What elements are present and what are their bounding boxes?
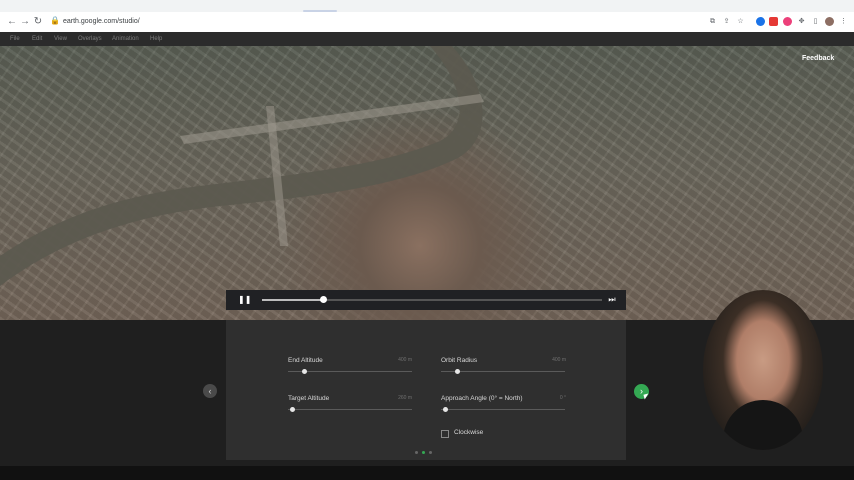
url-text: earth.google.com/studio/ (63, 18, 140, 25)
menu-file[interactable]: File (10, 34, 20, 44)
timeline-progress (262, 299, 324, 301)
menu-overlays[interactable]: Overlays (78, 34, 102, 44)
target-altitude-slider[interactable] (288, 407, 412, 412)
map-viewport[interactable]: Feedback ❚❚ ⏭ (0, 46, 854, 320)
screenshot-icon[interactable]: ⧉ (708, 17, 717, 26)
approach-angle-knob[interactable] (442, 407, 448, 412)
clockwise-checkbox[interactable] (441, 430, 449, 438)
app-menubar: File Edit View Overlays Animation Help (0, 32, 854, 46)
menu-kebab-icon[interactable]: ⋮ (839, 17, 848, 26)
tab-strip (0, 0, 854, 12)
lock-icon: 🔒 (50, 16, 60, 25)
menu-animation[interactable]: Animation (112, 34, 139, 44)
previous-step-button[interactable]: ‹ (203, 384, 217, 398)
address-bar[interactable]: 🔒 earth.google.com/studio/ (46, 15, 736, 29)
back-button[interactable]: ← (7, 16, 17, 28)
target-altitude-knob[interactable] (289, 407, 295, 412)
page-dot[interactable] (422, 451, 425, 454)
end-altitude-slider[interactable] (288, 369, 412, 374)
pause-icon[interactable]: ❚❚ (238, 295, 251, 305)
animation-player: ❚❚ ⏭ (226, 290, 626, 310)
bottom-bar (0, 466, 854, 480)
target-altitude-value: 260 m (398, 395, 412, 401)
approach-angle-label: Approach Angle (0° = North) (441, 395, 523, 402)
feedback-button[interactable]: Feedback (802, 54, 834, 64)
timeline-track[interactable] (262, 296, 602, 303)
browser-chrome: ← → ↻ 🔒 earth.google.com/studio/ ⧉ ⇪ ☆ ✥… (0, 0, 854, 33)
orbit-radius-slider[interactable] (441, 369, 565, 374)
forward-button[interactable]: → (20, 16, 30, 28)
extension-icon-blue[interactable] (756, 17, 765, 26)
sidepanel-icon[interactable]: ▯ (811, 17, 820, 26)
approach-angle-slider[interactable] (441, 407, 565, 412)
avatar[interactable] (825, 17, 834, 26)
river (0, 46, 484, 286)
webcam-overlay (703, 290, 823, 450)
reload-button[interactable]: ↻ (33, 16, 43, 28)
skip-to-end-icon[interactable]: ⏭ (606, 295, 618, 305)
orbit-radius-label: Orbit Radius (441, 357, 478, 364)
presenter-shirt (723, 400, 803, 450)
active-tab-indicator[interactable] (303, 10, 337, 12)
puzzle-icon[interactable]: ✥ (797, 17, 806, 26)
menu-help[interactable]: Help (150, 34, 162, 44)
page-dot[interactable] (415, 451, 418, 454)
orbit-radius-knob[interactable] (455, 369, 461, 374)
timeline-scrubber[interactable] (320, 296, 328, 303)
orbit-radius-value: 400 m (552, 357, 566, 363)
page-dot[interactable] (429, 451, 432, 454)
extension-icon-pink[interactable] (783, 17, 792, 26)
target-altitude-label: Target Altitude (288, 395, 330, 402)
share-icon[interactable]: ⇪ (722, 17, 731, 26)
mouse-cursor (643, 393, 650, 400)
orbit-settings-panel: End Altitude 400 m Orbit Radius 400 m Ta… (226, 320, 626, 460)
bookmark-star-icon[interactable]: ☆ (736, 17, 745, 26)
approach-angle-value: 0 ° (559, 395, 566, 401)
end-altitude-knob[interactable] (302, 369, 308, 374)
end-altitude-label: End Altitude (288, 357, 323, 364)
clockwise-label: Clockwise (454, 429, 484, 436)
menu-edit[interactable]: Edit (32, 34, 42, 44)
menu-view[interactable]: View (54, 34, 67, 44)
end-altitude-value: 400 m (398, 357, 412, 363)
extension-icon-red[interactable] (769, 17, 778, 26)
